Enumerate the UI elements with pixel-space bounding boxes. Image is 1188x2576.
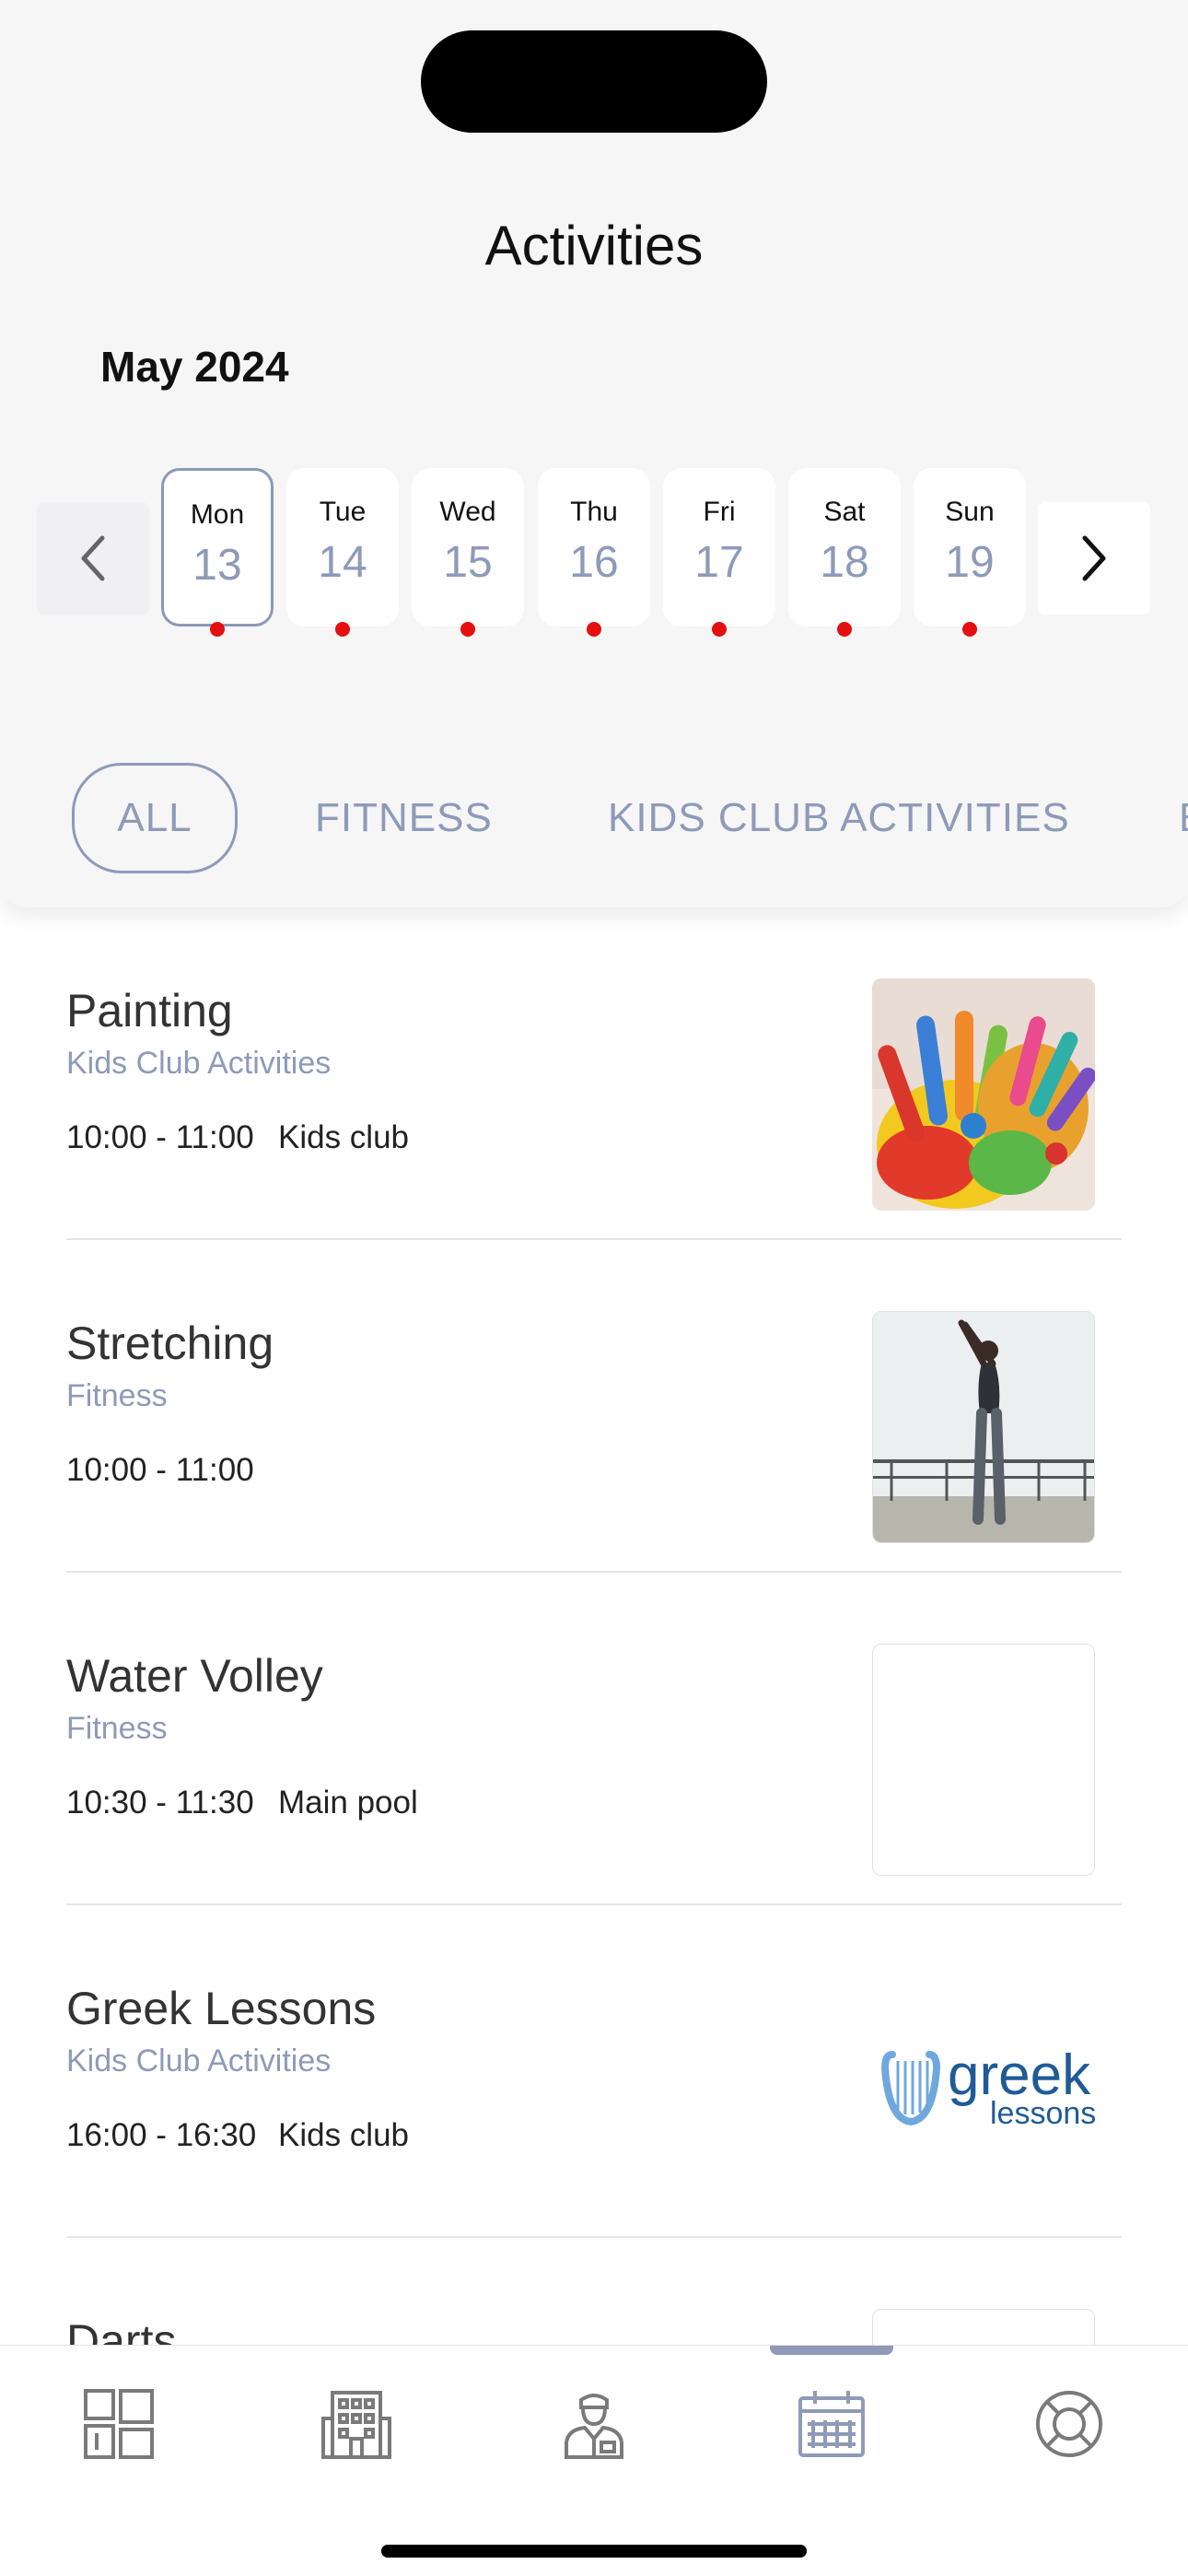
tab-calendar[interactable] bbox=[790, 2383, 873, 2465]
dynamic-island bbox=[421, 30, 767, 133]
day-name: Mon bbox=[190, 499, 245, 530]
event-dot bbox=[587, 622, 601, 637]
greek-logo-subtext: lessons bbox=[990, 2096, 1095, 2131]
day-mon[interactable]: Mon 13 bbox=[161, 468, 274, 626]
previous-week-button[interactable] bbox=[37, 502, 149, 615]
filter-all[interactable]: ALL bbox=[72, 763, 238, 873]
blank-image bbox=[872, 1644, 1095, 1876]
greek-lessons-logo: greek lessons bbox=[872, 1976, 1095, 2208]
activity-item[interactable]: Water Volley Fitness 10:30 - 11:30 Main … bbox=[66, 1573, 1122, 1905]
activity-category: Kids Club Activities bbox=[66, 2043, 332, 2078]
day-fri[interactable]: Fri 17 bbox=[663, 468, 775, 626]
day-number: 15 bbox=[443, 538, 493, 587]
day-wed[interactable]: Wed 15 bbox=[412, 468, 524, 626]
activity-title: Painting bbox=[66, 985, 233, 1036]
event-dot bbox=[837, 622, 852, 637]
header: Activities May 2024 Mon 13 Tue 14 Wed 15… bbox=[0, 0, 1188, 907]
activity-location: Kids club bbox=[278, 2117, 410, 2153]
activity-category: Kids Club Activities bbox=[66, 1046, 332, 1081]
day-number: 14 bbox=[318, 538, 367, 587]
day-name: Fri bbox=[703, 497, 736, 527]
activity-time: 16:00 - 16:30 bbox=[66, 2117, 257, 2153]
event-dot bbox=[210, 622, 225, 637]
tab-dashboard[interactable] bbox=[77, 2383, 160, 2465]
activity-category: Fitness bbox=[66, 1378, 168, 1413]
tab-hotel[interactable] bbox=[315, 2383, 398, 2465]
page-title: Activities bbox=[484, 215, 704, 276]
event-dot bbox=[460, 622, 475, 637]
day-name: Wed bbox=[439, 497, 496, 527]
day-tue[interactable]: Tue 14 bbox=[286, 468, 399, 626]
activity-title: Water Volley bbox=[66, 1650, 323, 1702]
day-number: 16 bbox=[569, 538, 619, 587]
chevron-right-icon bbox=[1082, 535, 1106, 581]
dashboard-icon bbox=[84, 2389, 154, 2459]
tab-concierge[interactable] bbox=[553, 2383, 635, 2465]
activity-title: Darts bbox=[66, 2315, 177, 2345]
home-indicator bbox=[381, 2545, 807, 2558]
event-dot bbox=[962, 622, 977, 637]
month-label: May 2024 bbox=[100, 343, 289, 391]
day-number: 18 bbox=[820, 538, 869, 587]
filter-next[interactable]: E bbox=[1179, 763, 1188, 873]
day-name: Tue bbox=[319, 497, 367, 527]
blank-image bbox=[872, 2309, 1095, 2345]
filter-kids-club-activities[interactable]: KIDS CLUB ACTIVITIES bbox=[608, 763, 1070, 873]
next-week-button[interactable] bbox=[1038, 502, 1150, 615]
day-name: Sat bbox=[823, 497, 866, 527]
activity-category: Fitness bbox=[66, 1711, 168, 1746]
activity-location: Main pool bbox=[278, 1785, 418, 1821]
activity-item[interactable]: Greek Lessons Kids Club Activities 16:00… bbox=[66, 1905, 1122, 2238]
day-sat[interactable]: Sat 18 bbox=[788, 468, 901, 626]
event-dot bbox=[712, 622, 727, 637]
day-number: 13 bbox=[192, 541, 242, 590]
activity-list: Painting Kids Club Activities 10:00 - 11… bbox=[0, 907, 1188, 2345]
activity-item[interactable]: Darts bbox=[66, 2238, 1122, 2345]
chevron-left-icon bbox=[81, 535, 105, 581]
lifebuoy-icon bbox=[1036, 2391, 1102, 2457]
activity-item[interactable]: Stretching Fitness 10:00 - 11:00 bbox=[66, 1240, 1122, 1573]
painted-hands-image bbox=[872, 978, 1095, 1211]
day-name: Thu bbox=[570, 497, 618, 527]
activity-location: Kids club bbox=[278, 1119, 410, 1155]
stretching-woman-image bbox=[872, 1311, 1095, 1543]
activity-item[interactable]: Painting Kids Club Activities 10:00 - 11… bbox=[66, 907, 1122, 1240]
bottom-tab-bar bbox=[0, 2345, 1188, 2576]
activity-time: 10:30 - 11:30 bbox=[66, 1785, 254, 1821]
day-thu[interactable]: Thu 16 bbox=[538, 468, 650, 626]
day-number: 17 bbox=[694, 538, 744, 587]
day-number: 19 bbox=[945, 538, 995, 587]
concierge-icon bbox=[565, 2394, 623, 2459]
activity-title: Greek Lessons bbox=[66, 1983, 377, 2034]
active-tab-indicator bbox=[770, 2346, 893, 2355]
calendar-icon bbox=[798, 2391, 865, 2457]
activity-title: Stretching bbox=[66, 1317, 274, 1369]
day-sun[interactable]: Sun 19 bbox=[914, 468, 1026, 626]
activity-time: 10:00 - 11:00 bbox=[66, 1452, 254, 1488]
event-dot bbox=[335, 622, 350, 637]
filter-fitness[interactable]: FITNESS bbox=[315, 763, 493, 873]
day-name: Sun bbox=[945, 497, 995, 527]
hotel-building-icon bbox=[321, 2391, 391, 2459]
tab-help[interactable] bbox=[1028, 2383, 1111, 2465]
activity-time: 10:00 - 11:00 bbox=[66, 1119, 254, 1155]
category-filter-bar: ALL FITNESS KIDS CLUB ACTIVITIES E bbox=[0, 763, 1188, 873]
